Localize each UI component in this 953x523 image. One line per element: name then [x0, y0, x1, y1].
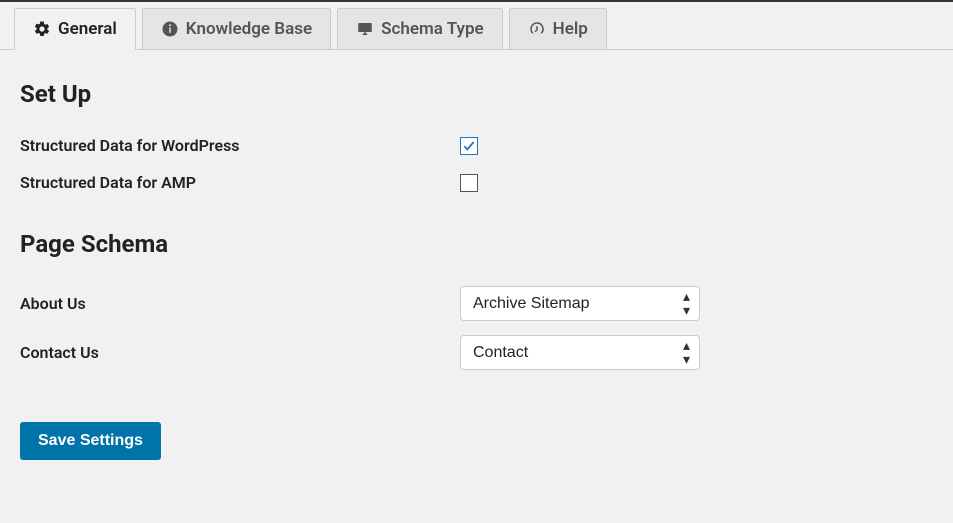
checkbox-structured-wp[interactable]: [460, 137, 478, 155]
form-row-about-us: About Us Archive Sitemap ▴▾: [20, 286, 933, 321]
tab-knowledge-base[interactable]: Knowledge Base: [142, 8, 331, 49]
label-about-us: About Us: [20, 294, 460, 313]
section-heading-setup: Set Up: [20, 80, 933, 108]
monitor-icon: [356, 20, 374, 38]
info-icon: [161, 20, 179, 38]
form-row-contact-us: Contact Us Contact ▴▾: [20, 335, 933, 370]
save-button[interactable]: Save Settings: [20, 422, 161, 460]
tab-bar: General Knowledge Base Schema Type Help: [0, 2, 953, 50]
label-contact-us: Contact Us: [20, 343, 460, 362]
select-contact-us[interactable]: Contact: [460, 335, 700, 370]
tab-schema-type[interactable]: Schema Type: [337, 8, 503, 49]
select-about-us[interactable]: Archive Sitemap: [460, 286, 700, 321]
checkbox-structured-amp[interactable]: [460, 174, 478, 192]
form-row-structured-wp: Structured Data for WordPress: [20, 136, 933, 155]
tab-label: Knowledge Base: [186, 19, 312, 39]
tab-label: General: [58, 19, 117, 39]
tab-label: Help: [553, 19, 588, 39]
gear-icon: [33, 20, 51, 38]
dashboard-icon: [528, 20, 546, 38]
tab-content-general: Set Up Structured Data for WordPress Str…: [0, 50, 953, 480]
tab-label: Schema Type: [381, 19, 484, 39]
label-structured-amp: Structured Data for AMP: [20, 173, 460, 192]
form-row-structured-amp: Structured Data for AMP: [20, 173, 933, 192]
section-heading-page-schema: Page Schema: [20, 230, 933, 258]
tab-help[interactable]: Help: [509, 8, 607, 49]
tab-general[interactable]: General: [14, 8, 136, 50]
label-structured-wp: Structured Data for WordPress: [20, 136, 460, 155]
